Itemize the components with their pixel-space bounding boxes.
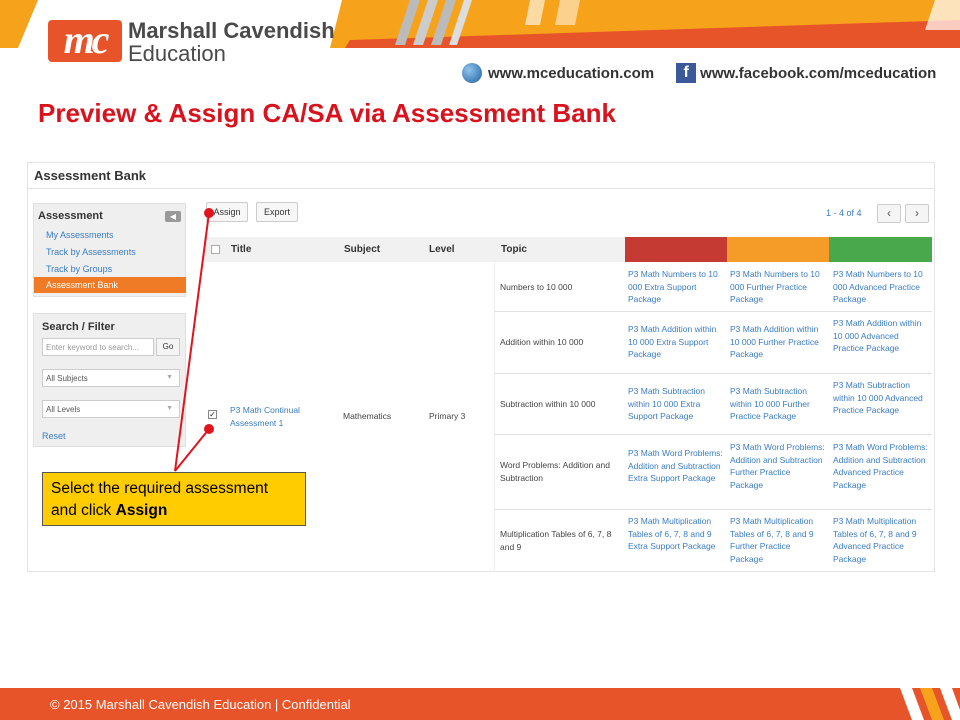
facebook-icon: f [676,63,697,83]
search-filter-panel: Search / Filter Enter keyword to search.… [33,313,186,447]
column-divider [494,262,495,572]
export-button[interactable]: Export [256,202,298,222]
topic-cell: Multiplication Tables of 6, 7, 8 and 9 [500,529,612,552]
assessment-level: Primary 3 [429,411,466,421]
caret-down-icon: ▼ [166,405,173,412]
column-level[interactable]: Level [429,244,455,255]
topic-cell: Word Problems: Addition and Subtraction [500,460,610,483]
column-title[interactable]: Title [231,244,251,255]
extra-support-level-bar [625,237,727,262]
package-link-extra-support[interactable]: P3 Math Numbers to 10 000 Extra Support … [628,268,723,306]
chevron-left-icon[interactable]: ‹ [877,204,901,223]
footer-stripes [900,688,960,720]
package-link-extra-support[interactable]: P3 Math Word Problems: Addition and Subt… [628,447,723,485]
package-link-advanced-practice[interactable]: P3 Math Numbers to 10 000 Advanced Pract… [833,268,928,306]
assign-button[interactable]: Assign [206,202,248,222]
package-link-extra-support[interactable]: P3 Math Multiplication Tables of 6, 7, 8… [628,515,723,553]
brand-logo: mc [48,20,122,62]
chevron-right-icon[interactable]: › [905,204,929,223]
assessment-nav-panel: Assessment ◀ My Assessments Track by Ass… [33,203,186,297]
brand-wordmark: Marshall Cavendish Education [128,19,335,65]
package-link-further-practice[interactable]: P3 Math Addition within 10 000 Further P… [730,323,825,361]
assessment-subject: Mathematics [343,411,392,421]
pagination-info: 1 - 4 of 4 [826,208,862,218]
callout-bold: Assign [115,502,168,519]
column-topic[interactable]: Topic [501,244,527,255]
assessment-title-link[interactable]: P3 Math Continual Assessment 1 [230,404,320,429]
package-link-extra-support[interactable]: P3 Math Addition within 10 000 Extra Sup… [628,323,723,361]
nav-title: Assessment [38,210,103,222]
search-input[interactable]: Enter keyword to search... [42,338,154,356]
package-link-further-practice[interactable]: P3 Math Multiplication Tables of 6, 7, 8… [730,515,825,565]
topic-cell: Numbers to 10 000 [500,282,573,292]
assessment-checkbox[interactable]: ✓ [208,410,217,419]
advanced-practice-level-bar [829,237,932,262]
page-title: Assessment Bank [28,163,934,189]
sidebar-item-my-assessments[interactable]: My Assessments [34,227,186,243]
go-button[interactable]: Go [156,338,180,356]
footer-text: © 2015 Marshall Cavendish Education | Co… [50,697,351,712]
package-link-advanced-practice[interactable]: P3 Math Addition within 10 000 Advanced … [833,317,928,355]
package-link-advanced-practice[interactable]: P3 Math Subtraction within 10 000 Advanc… [833,379,928,417]
subject-select[interactable]: All Subjects ▼ [42,369,180,387]
row-divider [494,373,932,374]
level-select-value: All Levels [46,405,81,414]
brand-name: Marshall Cavendish [128,18,335,43]
chevron-left-icon[interactable]: ◀ [165,211,181,222]
globe-icon [462,63,482,83]
package-link-extra-support[interactable]: P3 Math Subtraction within 10 000 Extra … [628,385,723,423]
package-link-further-practice[interactable]: P3 Math Subtraction within 10 000 Furthe… [730,385,825,423]
sidebar-item-track-by-assessments[interactable]: Track by Assessments [34,244,186,260]
facebook-link[interactable]: www.facebook.com/mceducation [700,65,936,82]
slide-title: Preview & Assign CA/SA via Assessment Ba… [38,98,617,128]
website-link[interactable]: www.mceducation.com [488,65,654,82]
topic-cell: Subtraction within 10 000 [500,399,596,409]
brand-subname: Education [128,41,226,66]
row-divider [494,434,932,435]
caret-down-icon: ▼ [166,374,173,381]
level-select[interactable]: All Levels ▼ [42,400,180,418]
select-all-checkbox[interactable] [211,245,220,254]
package-link-further-practice[interactable]: P3 Math Word Problems: Addition and Subt… [730,441,825,491]
sidebar-item-assessment-bank[interactable]: Assessment Bank [34,277,186,293]
subject-select-value: All Subjects [46,374,88,383]
top-banner: mc Marshall Cavendish Education www.mced… [0,0,960,95]
row-divider [494,509,932,510]
reset-link[interactable]: Reset [42,431,66,441]
sidebar-item-track-by-groups[interactable]: Track by Groups [34,261,186,277]
row-divider [494,311,932,312]
package-link-advanced-practice[interactable]: P3 Math Multiplication Tables of 6, 7, 8… [833,515,928,565]
column-subject[interactable]: Subject [344,244,380,255]
package-link-advanced-practice[interactable]: P3 Math Word Problems: Addition and Subt… [833,441,928,491]
footer-bar: © 2015 Marshall Cavendish Education | Co… [0,688,960,720]
web-links: www.mceducation.com f www.facebook.com/m… [462,62,936,84]
topic-cell: Addition within 10 000 [500,337,584,347]
instruction-callout: Select the required assessment and click… [42,472,306,526]
package-link-further-practice[interactable]: P3 Math Numbers to 10 000 Further Practi… [730,268,825,306]
further-practice-level-bar [727,237,829,262]
filter-title: Search / Filter [42,321,115,333]
